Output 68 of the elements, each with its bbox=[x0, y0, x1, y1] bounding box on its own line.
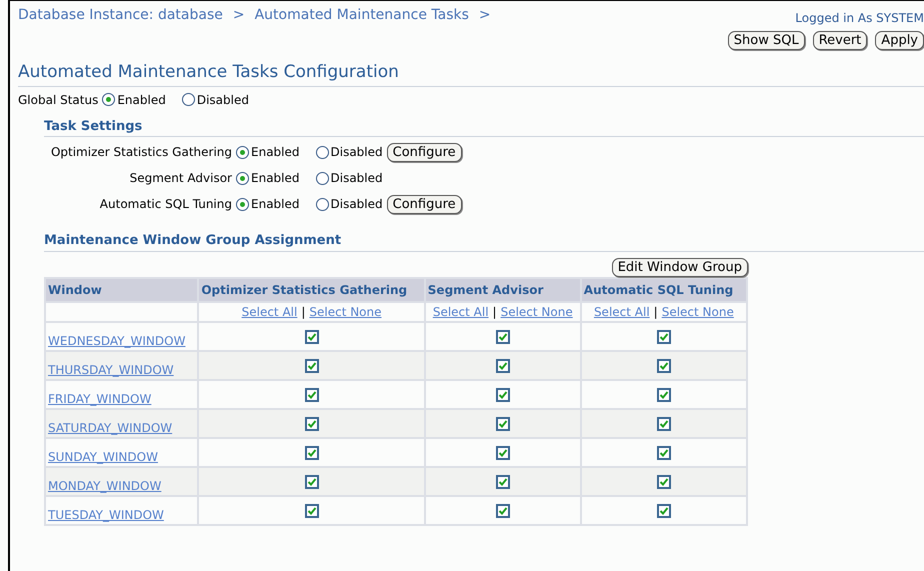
radio-button[interactable] bbox=[236, 172, 249, 184]
subsection-title: Task Settings bbox=[44, 116, 924, 137]
radio-button[interactable] bbox=[316, 172, 328, 184]
field-label: Segment Advisor bbox=[128, 170, 233, 187]
breadcrumb-link[interactable]: Database Instance: database bbox=[18, 5, 223, 27]
column-header: Optimizer Statistics Gathering bbox=[198, 278, 425, 302]
breadcrumb-link[interactable]: Automated Maintenance Tasks bbox=[254, 5, 469, 27]
radio-label: Enabled bbox=[251, 144, 300, 161]
select-none-link[interactable]: Select None bbox=[662, 304, 734, 318]
breadcrumb-separator: > bbox=[232, 6, 245, 25]
checkbox[interactable] bbox=[496, 446, 510, 460]
checkbox[interactable] bbox=[656, 474, 671, 489]
link-separator: | bbox=[301, 304, 306, 318]
radio-label: Disabled bbox=[330, 144, 383, 161]
section-title: Automated Maintenance Tasks Configuration bbox=[18, 60, 924, 86]
radio-button[interactable] bbox=[236, 198, 249, 210]
configure-button[interactable]: Configure bbox=[386, 194, 462, 214]
radio-button[interactable] bbox=[102, 93, 116, 106]
select-none-link[interactable]: Select None bbox=[500, 304, 573, 318]
checkbox[interactable] bbox=[656, 330, 671, 344]
checkbox[interactable] bbox=[656, 358, 671, 373]
column-header: Segment Advisor bbox=[424, 278, 581, 302]
checkbox[interactable] bbox=[304, 416, 319, 431]
checkbox[interactable] bbox=[304, 446, 319, 460]
login-status: Logged in As SYSTEM bbox=[795, 10, 924, 27]
configure-button[interactable]: Configure bbox=[386, 142, 462, 162]
select-all-link[interactable]: Select All bbox=[432, 304, 489, 318]
action-button[interactable]: Revert bbox=[812, 31, 868, 50]
link-separator: | bbox=[654, 304, 658, 318]
checkbox[interactable] bbox=[304, 504, 319, 518]
subsection-title: Maintenance Window Group Assignment bbox=[44, 231, 924, 252]
checkbox[interactable] bbox=[304, 358, 319, 373]
breadcrumb-separator: > bbox=[478, 6, 491, 25]
radio-label: Enabled bbox=[251, 196, 300, 213]
checkbox[interactable] bbox=[496, 330, 510, 344]
radio-button[interactable] bbox=[316, 198, 328, 210]
field-label: Automatic SQL Tuning bbox=[98, 196, 233, 213]
checkbox[interactable] bbox=[656, 416, 671, 431]
select-all-link[interactable]: Select All bbox=[242, 304, 298, 318]
checkbox[interactable] bbox=[496, 388, 510, 402]
radio-label: Enabled bbox=[251, 170, 300, 187]
checkbox[interactable] bbox=[496, 474, 510, 489]
field-label: Global Status bbox=[18, 92, 98, 108]
radio-button[interactable] bbox=[182, 93, 195, 106]
radio-button[interactable] bbox=[236, 146, 249, 158]
radio-label: Disabled bbox=[196, 92, 249, 108]
checkbox[interactable] bbox=[496, 358, 510, 373]
radio-label: Disabled bbox=[330, 196, 383, 213]
select-all-link[interactable]: Select All bbox=[594, 304, 650, 318]
checkbox[interactable] bbox=[656, 446, 671, 460]
edit-window-group-button[interactable]: Edit Window Group bbox=[612, 258, 748, 276]
field-label: Optimizer Statistics Gathering bbox=[50, 144, 233, 161]
radio-label: Disabled bbox=[330, 170, 383, 187]
radio-label: Enabled bbox=[117, 92, 166, 108]
checkbox[interactable] bbox=[656, 504, 671, 518]
checkbox[interactable] bbox=[496, 504, 510, 518]
checkbox[interactable] bbox=[304, 330, 319, 344]
select-none-link[interactable]: Select None bbox=[309, 304, 382, 318]
checkbox[interactable] bbox=[304, 474, 319, 489]
radio-button[interactable] bbox=[316, 146, 328, 158]
link-separator: | bbox=[492, 304, 497, 318]
action-button[interactable]: Show SQL bbox=[728, 31, 805, 50]
column-header: Automatic SQL Tuning bbox=[580, 278, 747, 302]
checkbox[interactable] bbox=[656, 388, 671, 402]
checkbox[interactable] bbox=[304, 388, 319, 402]
checkbox[interactable] bbox=[496, 416, 510, 431]
action-button[interactable]: Apply bbox=[875, 31, 924, 50]
column-header: Window bbox=[45, 278, 198, 302]
